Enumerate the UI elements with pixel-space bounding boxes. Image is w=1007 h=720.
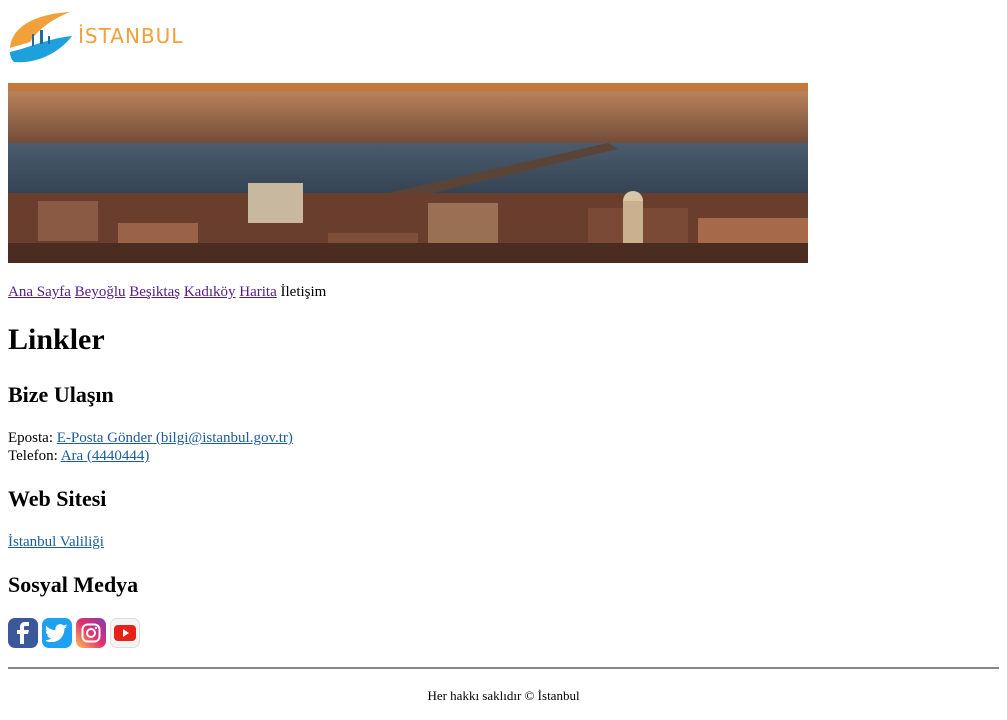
site-logo[interactable]: İSTANBUL <box>8 8 182 66</box>
contact-info: Eposta: E-Posta Gönder (bilgi@istanbul.g… <box>8 429 293 465</box>
nav-link-map[interactable]: Harita <box>239 284 276 300</box>
nav-link-home[interactable]: Ana Sayfa <box>8 284 71 300</box>
email-label: Eposta: <box>8 430 53 446</box>
logo-graphic <box>10 12 72 63</box>
social-heading: Sosyal Medya <box>8 572 139 597</box>
youtube-icon[interactable] <box>110 618 140 648</box>
social-icons <box>8 618 140 648</box>
instagram-icon[interactable] <box>76 618 106 648</box>
nav-link-besiktas[interactable]: Beşiktaş <box>129 284 180 300</box>
website-heading: Web Sitesi <box>8 486 107 511</box>
logo-text: İSTANBUL <box>78 24 184 48</box>
page-title: Linkler <box>8 323 105 356</box>
banner-image <box>8 83 808 263</box>
istanbul-panorama <box>8 83 808 263</box>
nav-current-contact: İletişim <box>280 284 327 300</box>
nav-link-beyoglu[interactable]: Beyoğlu <box>75 284 126 300</box>
footer-text: Her hakkı saklıdır © İstanbul <box>427 688 580 703</box>
website-section: İstanbul Valiliği <box>8 533 104 551</box>
twitter-icon[interactable] <box>42 618 72 648</box>
contact-heading: Bize Ulaşın <box>8 382 114 407</box>
nav-link-kadikoy[interactable]: Kadıköy <box>184 284 236 300</box>
footer-divider <box>8 667 999 669</box>
website-link[interactable]: İstanbul Valiliği <box>8 534 104 550</box>
facebook-icon[interactable] <box>8 618 38 648</box>
phone-link[interactable]: Ara (4440444) <box>61 448 150 464</box>
phone-label: Telefon: <box>8 448 58 464</box>
email-link[interactable]: E-Posta Gönder (bilgi@istanbul.gov.tr) <box>57 430 293 446</box>
main-nav: Ana Sayfa Beyoğlu Beşiktaş Kadıköy Harit… <box>8 283 326 301</box>
